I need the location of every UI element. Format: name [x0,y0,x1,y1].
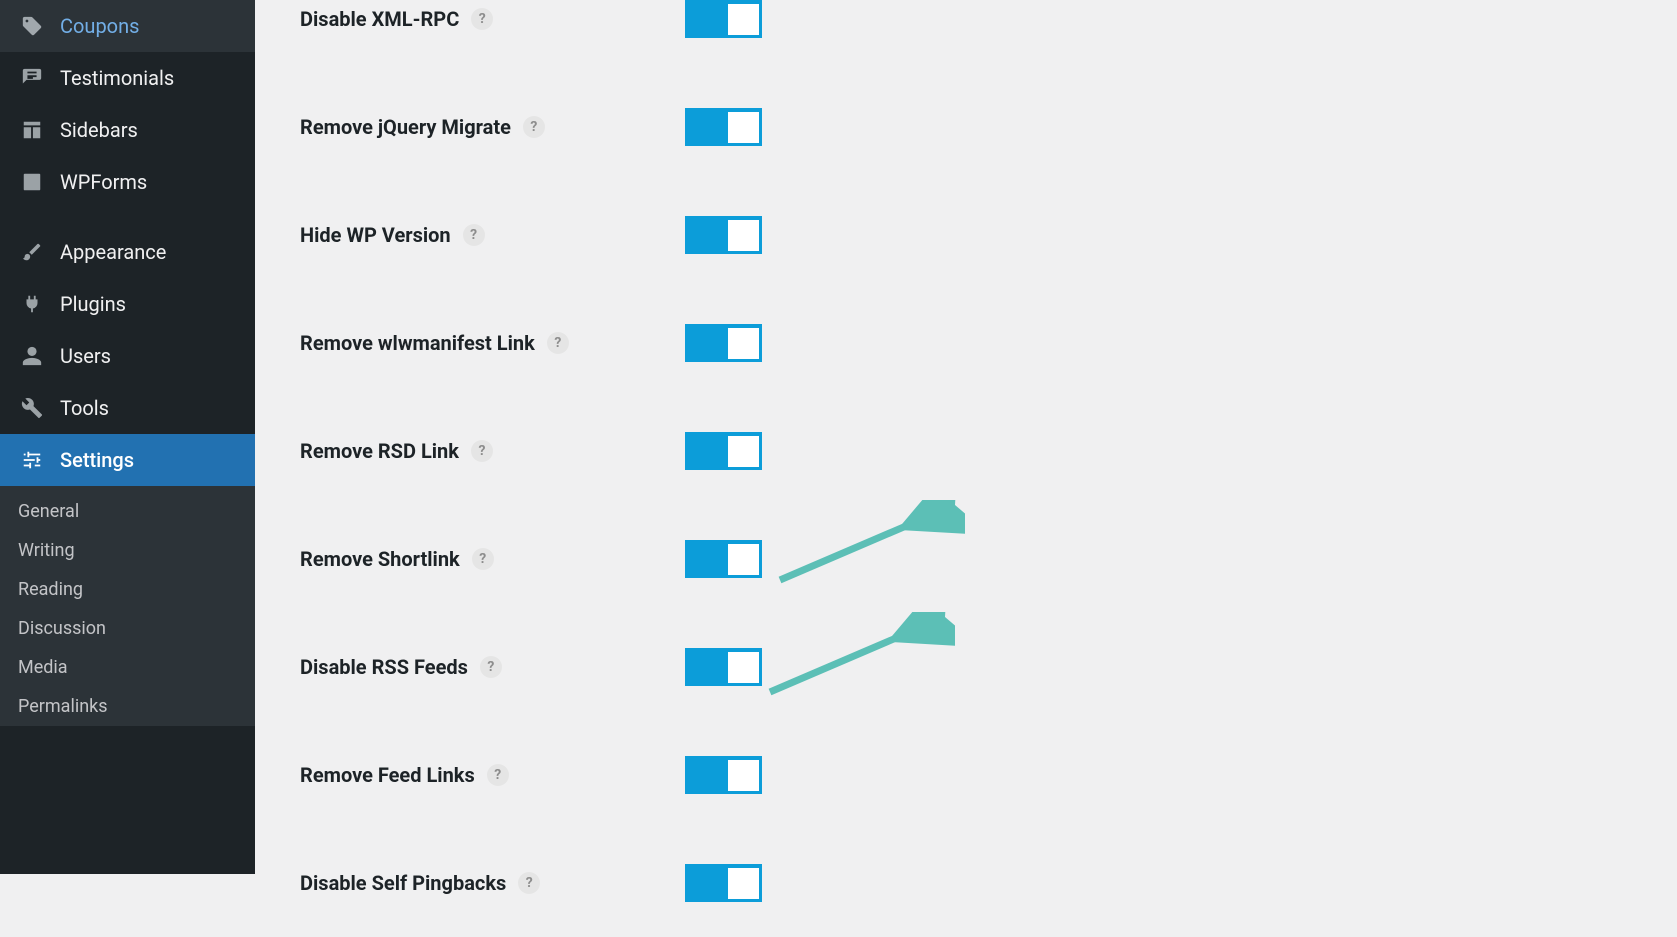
toggle-knob [728,760,759,791]
setting-label-text: Remove Shortlink [300,547,460,571]
toggle-remove-feed-links[interactable] [685,756,762,794]
toggle-knob [728,544,759,575]
wrench-icon [18,394,46,422]
toggle-knob [728,868,759,899]
toggle-knob [728,328,759,359]
setting-row-disable-self-pingbacks: Disable Self Pingbacks ? [255,829,1677,937]
user-icon [18,342,46,370]
help-icon[interactable]: ? [472,548,494,570]
setting-row-remove-rsd-link: Remove RSD Link ? [255,397,1677,505]
setting-label-text: Remove wlwmanifest Link [300,331,535,355]
help-icon[interactable]: ? [523,116,545,138]
submenu-writing[interactable]: Writing [0,531,255,570]
help-icon[interactable]: ? [480,656,502,678]
sidebar-item-label: Testimonials [60,66,174,90]
sidebar-item-sidebars[interactable]: Sidebars [0,104,255,156]
toggle-remove-jquery-migrate[interactable] [685,108,762,146]
settings-panel: Disable XML-RPC ? Remove jQuery Migrate … [255,0,1677,874]
toggle-remove-shortlink[interactable] [685,540,762,578]
toggle-knob [728,652,759,683]
setting-row-disable-xml-rpc: Disable XML-RPC ? [255,0,1677,73]
setting-row-hide-wp-version: Hide WP Version ? [255,181,1677,289]
sidebar-item-label: WPForms [60,170,147,194]
sidebar-item-testimonials[interactable]: Testimonials [0,52,255,104]
submenu-reading[interactable]: Reading [0,570,255,609]
help-icon[interactable]: ? [547,332,569,354]
sidebar-item-label: Sidebars [60,118,138,142]
help-icon[interactable]: ? [487,764,509,786]
setting-label-text: Disable XML-RPC [300,7,459,31]
setting-label: Remove wlwmanifest Link ? [300,331,685,355]
toggle-disable-xml-rpc[interactable] [685,0,762,38]
table-icon [18,116,46,144]
plug-icon [18,290,46,318]
wpforms-icon [18,168,46,196]
sidebar-item-plugins[interactable]: Plugins [0,278,255,330]
sidebar-item-wpforms[interactable]: WPForms [0,156,255,208]
toggle-remove-rsd-link[interactable] [685,432,762,470]
setting-row-remove-wlwmanifest: Remove wlwmanifest Link ? [255,289,1677,397]
brush-icon [18,238,46,266]
sliders-icon [18,446,46,474]
setting-label: Disable RSS Feeds ? [300,655,685,679]
submenu-discussion[interactable]: Discussion [0,609,255,648]
toggle-knob [728,436,759,467]
sidebar-item-label: Coupons [60,14,139,38]
help-icon[interactable]: ? [463,224,485,246]
setting-label-text: Disable Self Pingbacks [300,871,506,895]
toggle-knob [728,4,759,35]
toggle-remove-wlwmanifest[interactable] [685,324,762,362]
help-icon[interactable]: ? [471,8,493,30]
toggle-knob [728,220,759,251]
setting-row-disable-rss-feeds: Disable RSS Feeds ? [255,613,1677,721]
sidebar-item-appearance[interactable]: Appearance [0,226,255,278]
admin-sidebar: Coupons Testimonials Sidebars WPForms Ap… [0,0,255,874]
setting-label-text: Hide WP Version [300,223,451,247]
setting-label-text: Disable RSS Feeds [300,655,468,679]
setting-label-text: Remove Feed Links [300,763,475,787]
sidebar-item-tools[interactable]: Tools [0,382,255,434]
sidebar-separator [0,208,255,226]
setting-label: Hide WP Version ? [300,223,685,247]
setting-label: Remove Shortlink ? [300,547,685,571]
toggle-disable-self-pingbacks[interactable] [685,864,762,902]
setting-label: Disable Self Pingbacks ? [300,871,685,895]
testimonial-icon [18,64,46,92]
sidebar-item-label: Appearance [60,240,166,264]
sidebar-item-users[interactable]: Users [0,330,255,382]
setting-label: Remove RSD Link ? [300,439,685,463]
help-icon[interactable]: ? [518,872,540,894]
submenu-permalinks[interactable]: Permalinks [0,687,255,726]
sidebar-item-label: Tools [60,396,109,420]
help-icon[interactable]: ? [471,440,493,462]
setting-row-remove-shortlink: Remove Shortlink ? [255,505,1677,613]
setting-label: Remove jQuery Migrate ? [300,115,685,139]
sidebar-item-label: Plugins [60,292,126,316]
toggle-disable-rss-feeds[interactable] [685,648,762,686]
setting-label-text: Remove jQuery Migrate [300,115,511,139]
setting-label: Remove Feed Links ? [300,763,685,787]
submenu-general[interactable]: General [0,492,255,531]
setting-row-remove-jquery-migrate: Remove jQuery Migrate ? [255,73,1677,181]
setting-label-text: Remove RSD Link [300,439,459,463]
sidebar-item-settings[interactable]: Settings [0,434,255,486]
tag-icon [18,12,46,40]
sidebar-item-label: Users [60,344,111,368]
setting-label: Disable XML-RPC ? [300,7,685,31]
toggle-knob [728,112,759,143]
setting-row-remove-feed-links: Remove Feed Links ? [255,721,1677,829]
settings-submenu: General Writing Reading Discussion Media… [0,486,255,726]
sidebar-item-coupons[interactable]: Coupons [0,0,255,52]
sidebar-item-label: Settings [60,448,134,472]
submenu-media[interactable]: Media [0,648,255,687]
toggle-hide-wp-version[interactable] [685,216,762,254]
